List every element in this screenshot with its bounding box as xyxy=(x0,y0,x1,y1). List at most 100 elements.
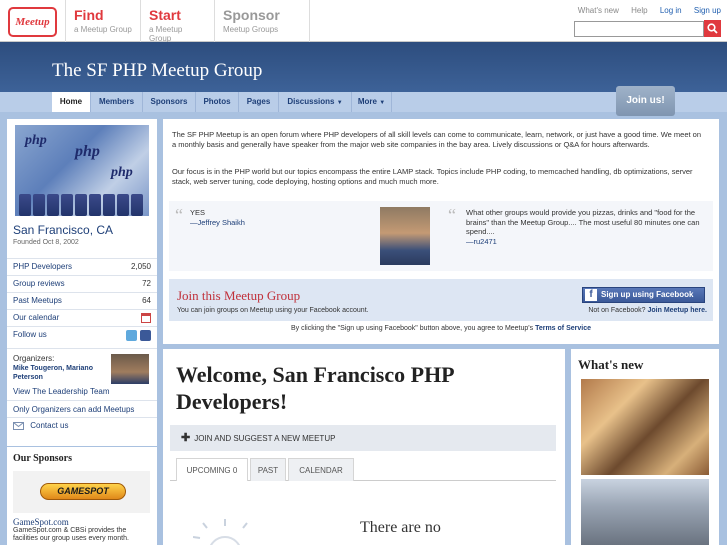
tab-upcoming[interactable]: UPCOMING 0 xyxy=(176,458,248,481)
meetup-logo[interactable]: Meetup xyxy=(8,7,57,37)
tab-home[interactable]: Home xyxy=(52,92,91,112)
nav-start-sub: a Meetup Group xyxy=(149,25,183,43)
join-box: Join this Meetup Group You can join grou… xyxy=(169,279,713,321)
founded-date: Founded Oct 8, 2002 xyxy=(13,239,79,246)
stat-reviews[interactable]: Group reviews 72 xyxy=(7,275,157,292)
testimonial-author[interactable]: —Jeffrey Shaikh xyxy=(190,218,360,228)
divider xyxy=(7,400,157,401)
tab-more[interactable]: More ▼ xyxy=(352,92,392,112)
follow-us-label: Follow us xyxy=(13,330,47,339)
stat-value: 2,050 xyxy=(130,262,151,271)
no-meetups-message: There are no xyxy=(360,519,441,536)
welcome-panel: Welcome, San Francisco PHP Developers! ✚… xyxy=(163,349,565,545)
group-title[interactable]: The SF PHP Meetup Group xyxy=(52,60,262,82)
whats-new-photo[interactable] xyxy=(581,379,709,475)
terms-agreement: By clicking the "Sign up using Facebook"… xyxy=(163,325,719,332)
tab-past[interactable]: PAST xyxy=(250,458,286,481)
not-on-facebook: Not on Facebook? Join Meetup here. xyxy=(588,307,707,314)
stat-past-meetups[interactable]: Past Meetups 64 xyxy=(7,292,157,309)
nav-sponsor-title: Sponsor xyxy=(223,7,280,23)
add-meetups-note: Only Organizers can add Meetups xyxy=(13,405,135,414)
group-photo[interactable]: php php php xyxy=(15,125,149,216)
can-graphic xyxy=(103,194,115,216)
help-link[interactable]: Help xyxy=(631,6,647,15)
testimonial-quote: YES xyxy=(190,208,206,217)
sponsor-description: GameSpot.com & CBSi provides the facilit… xyxy=(13,527,129,542)
testimonial-author[interactable]: —ru2471 xyxy=(466,237,704,247)
can-graphic xyxy=(117,194,129,216)
twitter-icon[interactable] xyxy=(126,330,137,341)
sidebar: php php php San Francisco, CA Founded Oc… xyxy=(7,119,157,446)
facebook-icon[interactable] xyxy=(140,330,151,341)
contact-us-label: Contact us xyxy=(30,421,69,430)
php-elephant-graphic: php xyxy=(111,165,133,180)
sponsor-logo-box[interactable]: GAMESPOT xyxy=(13,471,150,513)
terms-link[interactable]: Terms of Service xyxy=(535,325,591,332)
search-input[interactable] xyxy=(574,21,704,37)
can-graphic xyxy=(131,194,143,216)
tab-discussions[interactable]: Discussions ▼ xyxy=(279,92,352,112)
quote-icon: “ xyxy=(175,205,183,225)
nav-sponsor-sub: Meetup Groups xyxy=(223,25,279,34)
search-icon xyxy=(707,23,718,34)
sponsors-panel: Our Sponsors GAMESPOT GameSpot.com GameS… xyxy=(7,447,157,545)
top-links: What's new Help Log in Sign up xyxy=(568,6,721,15)
gamespot-logo: GAMESPOT xyxy=(40,483,126,500)
testimonial-photo[interactable] xyxy=(380,207,430,265)
view-leadership-link[interactable]: View The Leadership Team xyxy=(13,387,110,396)
our-calendar-link[interactable]: Our calendar xyxy=(7,309,157,326)
testimonial-2: What other groups would provide you pizz… xyxy=(466,208,704,246)
tab-members[interactable]: Members xyxy=(91,92,143,112)
nav-find-title: Find xyxy=(74,7,104,23)
top-bar: Meetup Find a Meetup Group Start a Meetu… xyxy=(0,0,727,43)
facebook-signup-button[interactable]: f Sign up using Facebook xyxy=(582,287,705,303)
can-graphic xyxy=(19,194,31,216)
join-title: Join this Meetup Group xyxy=(177,288,301,303)
stat-label: Our calendar xyxy=(13,313,60,322)
search-button[interactable] xyxy=(704,20,721,37)
follow-us-row: Follow us xyxy=(7,326,157,346)
nav-start[interactable]: Start a Meetup Group xyxy=(140,0,214,43)
tab-photos[interactable]: Photos xyxy=(196,92,239,112)
nav-sponsor[interactable]: Sponsor Meetup Groups xyxy=(214,0,310,42)
sponsor-name[interactable]: GameSpot.com xyxy=(13,517,69,527)
description-paragraph: Our focus is in the PHP world but our to… xyxy=(172,167,693,186)
nav-find-sub: a Meetup Group xyxy=(74,25,132,34)
tab-sponsors[interactable]: Sponsors xyxy=(143,92,196,112)
facebook-signup-label: Sign up using Facebook xyxy=(601,290,694,299)
php-elephant-graphic: php xyxy=(75,143,100,160)
login-link[interactable]: Log in xyxy=(660,6,682,15)
whats-new-link[interactable]: What's new xyxy=(578,6,619,15)
stat-label: Group reviews xyxy=(13,279,65,288)
organizer-avatar[interactable] xyxy=(111,354,149,384)
testimonial-quote: What other groups would provide you pizz… xyxy=(466,208,700,236)
nav-start-title: Start xyxy=(149,7,181,23)
join-us-button[interactable]: Join us! xyxy=(616,86,675,116)
tab-calendar[interactable]: CALENDAR xyxy=(288,458,354,481)
signup-link[interactable]: Sign up xyxy=(694,6,721,15)
suggest-meetup-button[interactable]: ✚ JOIN AND SUGGEST A NEW MEETUP xyxy=(170,425,556,451)
sponsors-heading: Our Sponsors xyxy=(13,453,73,464)
stat-members[interactable]: PHP Developers 2,050 xyxy=(7,258,157,275)
group-city[interactable]: San Francisco, CA xyxy=(13,223,113,237)
can-graphic xyxy=(47,194,59,216)
group-description-panel: The SF PHP Meetup is an open forum where… xyxy=(163,119,719,344)
tab-discussions-label: Discussions xyxy=(287,97,335,106)
can-graphic xyxy=(33,194,45,216)
stat-label: PHP Developers xyxy=(13,262,72,271)
nav-find[interactable]: Find a Meetup Group xyxy=(65,0,140,42)
welcome-title: Welcome, San Francisco PHP Developers! xyxy=(176,362,454,414)
tab-pages[interactable]: Pages xyxy=(239,92,279,112)
plus-icon: ✚ xyxy=(181,432,191,444)
organizers-label: Organizers: xyxy=(13,354,55,363)
organizers-names[interactable]: Mike Tougeron, Mariano Peterson xyxy=(13,364,97,382)
envelope-icon xyxy=(13,421,24,430)
contact-us-link[interactable]: Contact us xyxy=(13,421,68,430)
terms-agreement-text: By clicking the "Sign up using Facebook"… xyxy=(291,325,534,332)
join-meetup-link[interactable]: Join Meetup here. xyxy=(647,307,707,314)
not-on-facebook-text: Not on Facebook? xyxy=(588,307,646,314)
quote-icon: “ xyxy=(448,205,456,225)
php-elephant-graphic: php xyxy=(25,133,47,148)
stat-value: 64 xyxy=(142,296,151,305)
whats-new-photo[interactable] xyxy=(581,479,709,545)
